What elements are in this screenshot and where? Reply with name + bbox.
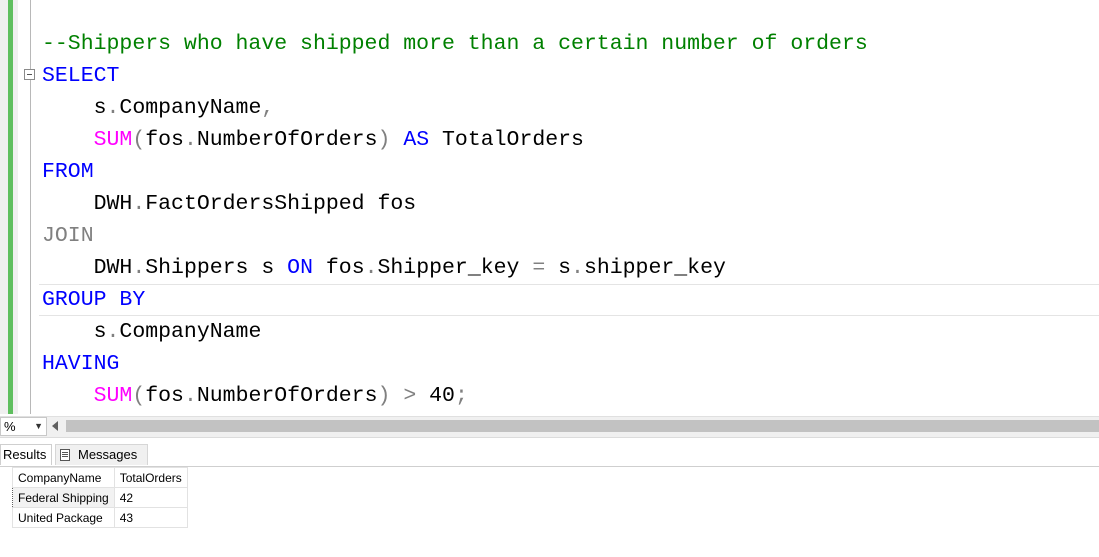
- code-line[interactable]: s.CompanyName,: [42, 92, 868, 124]
- grid-cell[interactable]: Federal Shipping: [12, 487, 115, 508]
- code-line[interactable]: SUM(fos.NumberOfOrders) AS TotalOrders: [42, 124, 868, 156]
- code-line[interactable]: JOIN: [42, 220, 868, 252]
- code-token: CompanyName: [119, 96, 262, 120]
- code-token: CompanyName: [119, 320, 262, 344]
- table-row[interactable]: Federal Shipping 42: [12, 487, 188, 508]
- grid-cell[interactable]: United Package: [12, 507, 115, 528]
- code-token: (: [132, 384, 146, 408]
- code-line[interactable]: SUM(fos.NumberOfOrders) > 40;: [42, 380, 868, 412]
- results-grid[interactable]: CompanyName TotalOrders Federal Shipping…: [12, 467, 188, 528]
- code-token: DWH: [42, 256, 133, 280]
- grid-header-row: CompanyName TotalOrders: [12, 467, 188, 488]
- grid-cell[interactable]: 42: [113, 487, 188, 508]
- collapse-icon[interactable]: [24, 69, 35, 80]
- tab-messages-label: Messages: [78, 447, 138, 462]
- code-token: GROUP BY: [42, 288, 146, 312]
- code-token: TotalOrders: [429, 128, 584, 152]
- code-token: fos: [312, 256, 365, 280]
- messages-icon: [60, 449, 70, 461]
- code-token: .: [132, 256, 146, 280]
- code-line[interactable]: HAVING: [42, 348, 868, 380]
- code-token: fos: [145, 384, 184, 408]
- code-token: .: [106, 320, 120, 344]
- code-token: Shipper_key: [377, 256, 533, 280]
- code-token: fos: [145, 128, 184, 152]
- code-token: JOIN: [42, 224, 94, 248]
- table-row[interactable]: United Package 43: [12, 507, 188, 528]
- code-token: ): [377, 384, 391, 408]
- code-token: ;: [454, 384, 468, 408]
- results-tabs: Results Messages: [0, 444, 1099, 467]
- code-token: .: [183, 128, 197, 152]
- code-token: .: [106, 96, 120, 120]
- code-token: ): [377, 128, 391, 152]
- code-line[interactable]: SELECT: [42, 60, 868, 92]
- code-token: DWH: [42, 192, 133, 216]
- tab-messages[interactable]: Messages: [55, 444, 148, 465]
- code-token: .: [364, 256, 378, 280]
- editor-status-bar: % ▼: [0, 416, 1099, 438]
- code-token: s: [42, 96, 107, 120]
- sql-editor[interactable]: --Shippers who have shipped more than a …: [0, 0, 1099, 414]
- code-line[interactable]: --Shippers who have shipped more than a …: [42, 28, 868, 60]
- code-token: SUM: [93, 384, 133, 408]
- column-header-totalorders[interactable]: TotalOrders: [113, 467, 188, 488]
- code-token: .: [183, 384, 197, 408]
- code-token: 40: [416, 384, 455, 408]
- code-token: HAVING: [42, 352, 120, 376]
- code-token: shipper_key: [583, 256, 726, 280]
- code-token: >: [403, 384, 417, 408]
- code-token: Shippers s: [145, 256, 288, 280]
- column-header-companyname[interactable]: CompanyName: [12, 467, 115, 488]
- code-token: =: [532, 256, 546, 280]
- scroll-left-arrow-icon[interactable]: [52, 421, 58, 431]
- code-token: s: [42, 320, 107, 344]
- code-token: SELECT: [42, 64, 120, 88]
- tab-results[interactable]: Results: [0, 444, 52, 465]
- code-line[interactable]: s.CompanyName: [42, 316, 868, 348]
- code-line[interactable]: DWH.Shippers s ON fos.Shipper_key = s.sh…: [42, 252, 868, 284]
- code-token: SUM: [93, 128, 133, 152]
- horizontal-scrollbar[interactable]: [66, 420, 1099, 432]
- zoom-value: %: [4, 419, 16, 434]
- chevron-down-icon: ▼: [34, 421, 43, 431]
- code-token: NumberOfOrders: [196, 384, 378, 408]
- code-token: NumberOfOrders: [196, 128, 378, 152]
- tab-results-label: Results: [3, 447, 47, 462]
- code-token: FROM: [42, 160, 94, 184]
- grid-cell[interactable]: 43: [113, 507, 188, 528]
- code-token: ,: [261, 96, 275, 120]
- code-token: ON: [287, 256, 313, 280]
- change-tracking-bar: [8, 0, 13, 414]
- code-token: .: [132, 192, 146, 216]
- code-token: .: [571, 256, 584, 280]
- code-line[interactable]: FROM: [42, 156, 868, 188]
- zoom-dropdown[interactable]: % ▼: [0, 417, 47, 436]
- code-area[interactable]: --Shippers who have shipped more than a …: [39, 28, 1099, 412]
- code-token: s: [545, 256, 572, 280]
- code-line[interactable]: DWH.FactOrdersShipped fos: [42, 188, 868, 220]
- code-token: FactOrdersShipped fos: [145, 192, 417, 216]
- fold-guide-line: [30, 0, 31, 414]
- code-token: (: [132, 128, 146, 152]
- code-token: AS: [403, 128, 430, 152]
- code-token: --Shippers who have shipped more than a …: [42, 32, 868, 56]
- code-line[interactable]: GROUP BY: [39, 284, 1099, 316]
